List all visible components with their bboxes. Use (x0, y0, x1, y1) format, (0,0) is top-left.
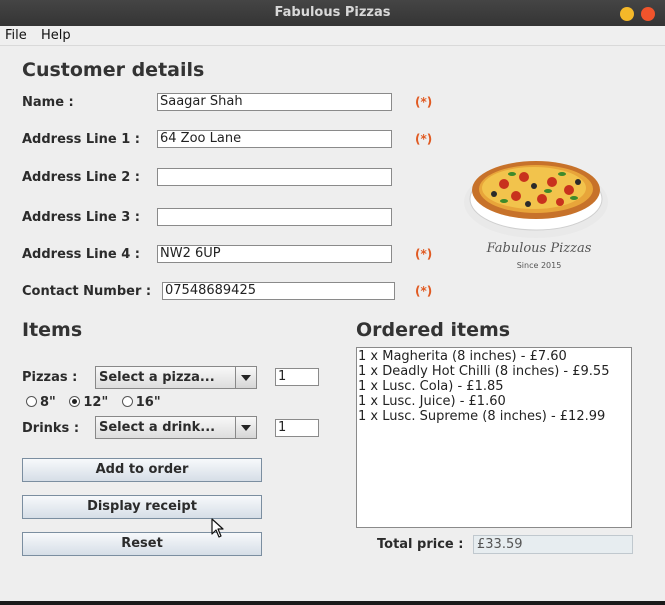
size-8-radio[interactable] (26, 396, 37, 407)
window-title: Fabulous Pizzas (274, 5, 391, 20)
pizza-logo: Fabulous Pizzas Since 2015 (464, 144, 614, 274)
window-titlebar: Fabulous Pizzas (0, 0, 665, 26)
size-12-label: 12" (83, 395, 109, 410)
window-bottom-border (0, 601, 665, 605)
close-button[interactable] (641, 7, 655, 21)
menu-bar: File Help (0, 26, 665, 46)
list-item[interactable]: 1 x Lusc. Cola) - £1.85 (358, 379, 630, 394)
address-line-3-field[interactable] (157, 208, 392, 226)
menu-help[interactable]: Help (41, 28, 71, 43)
address-line-2-label: Address Line 2 : (22, 170, 141, 185)
reset-button[interactable]: Reset (22, 532, 262, 556)
total-price-field: £33.59 (473, 535, 633, 554)
logo-brand-text: Fabulous Pizzas (486, 241, 592, 256)
customer-details-heading: Customer details (22, 59, 205, 81)
address-line-1-label: Address Line 1 : (22, 132, 141, 147)
pizza-select-value: Select a pizza... (99, 370, 215, 385)
list-item[interactable]: 1 x Deadly Hot Chilli (8 inches) - £9.55 (358, 364, 630, 379)
drink-select[interactable]: Select a drink... (95, 416, 257, 439)
pizzas-label: Pizzas : (22, 370, 78, 385)
main-panel: Customer details Name : Saagar Shah (*) … (0, 46, 665, 601)
menu-file[interactable]: File (5, 28, 27, 43)
list-item[interactable]: 1 x Lusc. Supreme (8 inches) - £12.99 (358, 409, 630, 424)
display-receipt-button[interactable]: Display receipt (22, 495, 262, 519)
pizza-quantity-field[interactable]: 1 (275, 368, 319, 386)
logo-since-text: Since 2015 (516, 261, 562, 270)
drink-select-value: Select a drink... (99, 420, 216, 435)
ordered-items-heading: Ordered items (356, 319, 511, 341)
address-line-2-field[interactable] (157, 168, 392, 186)
chevron-down-icon[interactable] (235, 417, 256, 438)
address-line-4-field[interactable]: NW2 6UP (157, 245, 392, 263)
address-line-3-label: Address Line 3 : (22, 210, 141, 225)
add-to-order-button[interactable]: Add to order (22, 458, 262, 482)
contact-number-field[interactable]: 07548689425 (162, 282, 395, 300)
size-8-label: 8" (40, 395, 56, 410)
list-item[interactable]: 1 x Lusc. Juice) - £1.60 (358, 394, 630, 409)
contact-number-required-mark: (*) (415, 284, 433, 298)
chevron-down-icon[interactable] (235, 367, 256, 388)
size-12-radio[interactable] (69, 396, 81, 407)
drinks-label: Drinks : (22, 421, 80, 436)
address-line-4-required-mark: (*) (415, 247, 433, 261)
ordered-items-list[interactable]: 1 x Magherita (8 inches) - £7.60 1 x Dea… (356, 347, 632, 528)
address-line-1-required-mark: (*) (415, 132, 433, 146)
total-price-label: Total price : (377, 537, 464, 552)
drink-quantity-field[interactable]: 1 (275, 419, 319, 437)
contact-number-label: Contact Number : (22, 284, 152, 299)
name-required-mark: (*) (415, 95, 433, 109)
minimize-button[interactable] (620, 7, 634, 21)
pizza-size-radio-group: 8" 12" 16" (26, 395, 170, 410)
name-field[interactable]: Saagar Shah (157, 93, 392, 111)
size-16-radio[interactable] (121, 396, 133, 407)
list-item[interactable]: 1 x Magherita (8 inches) - £7.60 (358, 349, 630, 364)
name-label: Name : (22, 95, 74, 110)
address-line-4-label: Address Line 4 : (22, 247, 141, 262)
size-16-label: 16" (135, 395, 161, 410)
pizza-select[interactable]: Select a pizza... (95, 366, 257, 389)
items-heading: Items (22, 319, 83, 341)
mouse-cursor-icon (211, 518, 224, 538)
address-line-1-field[interactable]: 64 Zoo Lane (157, 130, 392, 148)
